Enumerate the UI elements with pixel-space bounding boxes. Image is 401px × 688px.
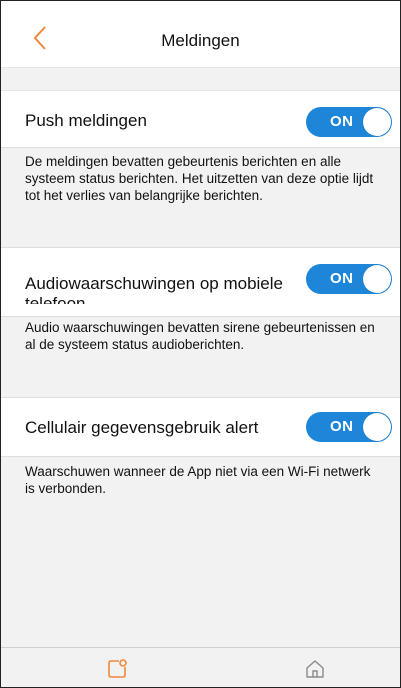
home-icon bbox=[306, 660, 324, 678]
notification-icon bbox=[108, 659, 127, 678]
audio-toggle[interactable]: ON bbox=[306, 264, 392, 294]
toggle-state-label: ON bbox=[330, 113, 354, 130]
toggle-state-label: ON bbox=[330, 270, 354, 287]
setting-row-audio: Audiowaarschuwingen op mobiele telefoon … bbox=[1, 247, 400, 317]
setting-label-cellular: Cellulair gegevensgebruik alert bbox=[25, 418, 259, 437]
setting-row-push: Push meldingen ON bbox=[1, 91, 400, 148]
setting-description-push: De meldingen bevatten gebeurtenis berich… bbox=[25, 154, 374, 203]
setting-label-push: Push meldingen bbox=[25, 111, 147, 130]
toggle-knob bbox=[363, 265, 391, 293]
push-toggle[interactable]: ON bbox=[306, 107, 392, 137]
bottom-nav-bar bbox=[1, 647, 400, 687]
setting-description-audio: Audio waarschuwingen bevatten sirene geb… bbox=[25, 320, 375, 352]
notification-tab-button[interactable] bbox=[105, 657, 129, 681]
notifications-screen: Meldingen Push meldingen ON De meldingen… bbox=[0, 0, 401, 688]
home-tab-button[interactable] bbox=[303, 657, 327, 681]
cellular-toggle[interactable]: ON bbox=[306, 412, 392, 442]
header-bar: Meldingen bbox=[1, 1, 400, 68]
toggle-state-label: ON bbox=[330, 418, 354, 435]
toggle-knob bbox=[363, 413, 391, 441]
setting-label-clip: Audiowaarschuwingen op mobiele telefoon bbox=[1, 248, 291, 304]
toggle-knob bbox=[363, 108, 391, 136]
setting-row-cellular: Cellulair gegevensgebruik alert ON bbox=[1, 397, 400, 457]
setting-description-cellular: Waarschuwen wanneer de App niet via een … bbox=[25, 464, 371, 496]
section-spacer bbox=[1, 68, 400, 91]
setting-label-audio: Audiowaarschuwingen op mobiele telefoon bbox=[25, 274, 283, 304]
page-title: Meldingen bbox=[161, 31, 240, 50]
